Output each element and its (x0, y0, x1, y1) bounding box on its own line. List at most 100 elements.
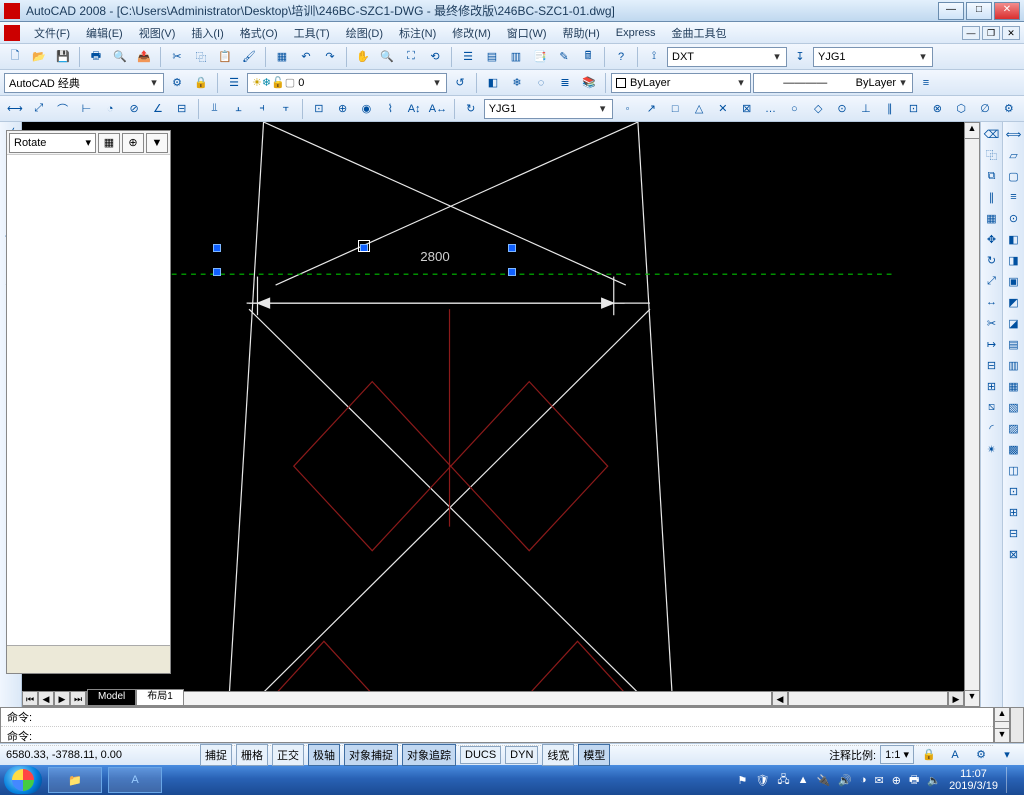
dim-diameter-icon[interactable]: ⊘ (123, 98, 145, 120)
lineweight-icon[interactable]: ≡ (915, 72, 937, 94)
region2-icon[interactable]: ▢ (1004, 166, 1024, 186)
dim-radius-icon[interactable]: ◔ (99, 98, 121, 120)
undo-icon[interactable]: ↶ (295, 46, 317, 68)
menu-help[interactable]: 帮助(H) (557, 23, 606, 43)
stretch-icon[interactable]: ↔ (982, 292, 1002, 312)
osnap-quad-icon[interactable]: ◇ (807, 98, 829, 120)
osnap-center-icon[interactable]: ○ (783, 98, 805, 120)
inspect-icon[interactable]: ◉ (356, 98, 378, 120)
tray-flag-icon[interactable]: ⚑ (737, 774, 747, 787)
dim-update2-icon[interactable]: ↻ (460, 98, 482, 120)
cmd-scroll-up-button[interactable]: ▲ (995, 708, 1009, 722)
zoom-prev-icon[interactable]: ⟲ (424, 46, 446, 68)
tray-icon-misc2[interactable]: ✉ (875, 774, 884, 787)
trim-icon[interactable]: ✂ (982, 313, 1002, 333)
linetype-combo[interactable]: ———— ByLayer▾ (753, 73, 913, 93)
rotate-icon[interactable]: ↻ (982, 250, 1002, 270)
sheetset-icon[interactable]: 📑 (529, 46, 551, 68)
osnap-from-icon[interactable]: ↗ (641, 98, 663, 120)
layer-states-icon[interactable]: 📚 (578, 72, 600, 94)
workspace-lock-icon[interactable]: 🔒 (190, 72, 212, 94)
move-icon[interactable]: ✥ (982, 229, 1002, 249)
tool9-icon[interactable]: ▧ (1004, 397, 1024, 417)
tray-network-icon[interactable]: 🖧 (777, 771, 789, 790)
join-icon[interactable]: ⊞ (982, 376, 1002, 396)
dim-aligned-icon[interactable]: ⤢ (28, 98, 50, 120)
tool7-icon[interactable]: ▥ (1004, 355, 1024, 375)
properties-panel[interactable]: Rotate▾ ▦ ⊕ ▼ (6, 130, 171, 674)
tray-icon-misc5[interactable]: 🔈 (927, 774, 941, 787)
dim-arc-icon[interactable]: ⌒ (52, 98, 74, 120)
cut-icon[interactable]: ✂ (166, 46, 188, 68)
layer-combo[interactable]: ☀❄🔓▢ 0▾ (247, 73, 447, 93)
array-icon[interactable]: ▦ (982, 208, 1002, 228)
grip-handle[interactable] (213, 268, 221, 276)
status-osnap-button[interactable]: 对象捕捉 (344, 744, 398, 766)
layer-prev-icon[interactable]: ↺ (449, 72, 471, 94)
tray-sound-icon[interactable]: 🔊 (838, 774, 852, 787)
scale-icon[interactable]: ⤢ (982, 271, 1002, 291)
zoom-win-icon[interactable]: ⛶ (400, 46, 422, 68)
status-grid-button[interactable]: 栅格 (236, 744, 268, 766)
osnap-near-icon[interactable]: ⬡ (950, 98, 972, 120)
layer-freeze-icon[interactable]: ❄ (506, 72, 528, 94)
dimstyle2-combo[interactable]: YJG1▾ (813, 47, 933, 67)
pan-icon[interactable]: ✋ (352, 46, 374, 68)
show-desktop-button[interactable] (1006, 767, 1014, 793)
open-icon[interactable]: 📂 (28, 46, 50, 68)
tool4-icon[interactable]: ◩ (1004, 292, 1024, 312)
designcenter-icon[interactable]: ▤ (481, 46, 503, 68)
status-polar-button[interactable]: 极轴 (308, 744, 340, 766)
tool15-icon[interactable]: ⊟ (1004, 523, 1024, 543)
dim-baseline-icon[interactable]: ⫫ (204, 98, 226, 120)
vscrollbar[interactable]: ▲ ▼ (964, 122, 980, 707)
osnap-node-icon[interactable]: ⊗ (926, 98, 948, 120)
osnap-tan-icon[interactable]: ⊙ (831, 98, 853, 120)
vscroll-up-button[interactable]: ▲ (965, 123, 979, 139)
grip-handle[interactable] (213, 244, 221, 252)
tolerance-icon[interactable]: ⊡ (308, 98, 330, 120)
dim-edit-icon[interactable]: A↕ (403, 98, 425, 120)
osnap-par-icon[interactable]: ∥ (879, 98, 901, 120)
prop-selection-combo[interactable]: Rotate▾ (9, 133, 96, 153)
tray-shield-icon[interactable]: 🛡 (755, 774, 769, 787)
menu-file[interactable]: 文件(F) (28, 23, 76, 43)
explode-icon[interactable]: ✴ (982, 439, 1002, 459)
centermark-icon[interactable]: ⊕ (332, 98, 354, 120)
doc-restore-button[interactable]: ❐ (982, 26, 1000, 40)
mirror-icon[interactable]: ⧉ (982, 166, 1002, 186)
osnap-ext-icon[interactable]: … (760, 98, 782, 120)
close-button[interactable]: ✕ (994, 2, 1020, 20)
tool5-icon[interactable]: ◪ (1004, 313, 1024, 333)
menu-tools[interactable]: 工具(T) (288, 23, 336, 43)
layer-off-icon[interactable]: ◌ (530, 72, 552, 94)
hscroll-track[interactable] (788, 691, 948, 706)
publish-icon[interactable]: 📤 (133, 46, 155, 68)
osnap-ins-icon[interactable]: ⊡ (903, 98, 925, 120)
command-area[interactable]: 命令: 命令: (0, 707, 994, 743)
prop-qselect-button[interactable]: ▦ (98, 133, 120, 153)
workspace-settings-icon[interactable]: ⚙ (166, 72, 188, 94)
tool1-icon[interactable]: ◧ (1004, 229, 1024, 249)
dim-angular-icon[interactable]: ∠ (147, 98, 169, 120)
osnap-end-icon[interactable]: □ (664, 98, 686, 120)
status-ortho-button[interactable]: 正交 (272, 744, 304, 766)
start-button[interactable] (4, 766, 42, 794)
properties-icon[interactable]: ☰ (457, 46, 479, 68)
tool14-icon[interactable]: ⊞ (1004, 502, 1024, 522)
tray-icon-misc1[interactable]: ◑ (860, 774, 867, 786)
hscroll-left-button[interactable]: ◀ (772, 691, 788, 706)
vscroll-down-button[interactable]: ▼ (965, 690, 979, 706)
new-icon[interactable]: 🗋 (4, 46, 26, 68)
calc-icon[interactable]: 🖩 (577, 46, 599, 68)
jogged-icon[interactable]: ⌇ (379, 98, 401, 120)
osnap-mid-icon[interactable]: △ (688, 98, 710, 120)
osnap-none-icon[interactable]: ∅ (974, 98, 996, 120)
dim-quick-icon[interactable]: ⊟ (171, 98, 193, 120)
offset-icon[interactable]: ∥ (982, 187, 1002, 207)
menu-window[interactable]: 窗口(W) (501, 23, 553, 43)
command-input-line[interactable]: 命令: (1, 727, 993, 746)
menu-jinqu[interactable]: 金曲工具包 (666, 23, 733, 43)
tab-last-button[interactable]: ⏭ (70, 691, 86, 706)
dim-update-icon[interactable]: ↧ (789, 46, 811, 68)
